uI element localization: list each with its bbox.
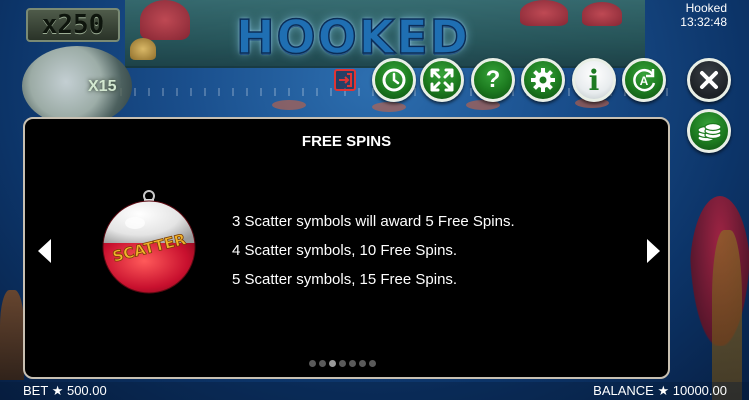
page-dot[interactable]	[339, 360, 346, 367]
panel-title: FREE SPINS	[301, 133, 392, 150]
game-title: Hooked	[685, 1, 727, 15]
gear-icon	[531, 68, 555, 92]
prev-page-arrow-icon[interactable]	[34, 237, 54, 265]
auto-refresh-icon: A	[633, 68, 656, 92]
coin-stack-icon	[697, 122, 722, 143]
page-indicator	[309, 360, 376, 367]
game-scene: HOOKED x250 X15 Hooked 13:32:48 ? i A FR…	[0, 0, 749, 400]
page-dot[interactable]	[359, 360, 366, 367]
question-mark-icon: ?	[485, 66, 501, 93]
clock-icon	[382, 68, 406, 92]
scatter-symbol-icon: SCATTER	[102, 190, 196, 294]
star-icon: ★	[657, 383, 670, 398]
coral-decoration	[582, 2, 622, 26]
star-icon: ★	[51, 383, 64, 398]
multiplier-display: x250	[26, 8, 120, 42]
bet-label: BET	[23, 383, 49, 398]
bet-value: 500.00	[66, 383, 107, 398]
settings-button[interactable]	[521, 58, 565, 102]
page-dot[interactable]	[309, 360, 316, 367]
balance-label: BALANCE	[593, 383, 654, 398]
rules-list: 3 Scatter symbols will award 5 Free Spin…	[232, 207, 652, 294]
sponge-decoration	[130, 38, 156, 60]
page-dot[interactable]	[329, 360, 336, 367]
page-dot[interactable]	[349, 360, 356, 367]
page-dot[interactable]	[369, 360, 376, 367]
autoplay-clock-button[interactable]	[372, 58, 416, 102]
close-icon	[700, 71, 718, 89]
clock-time: 13:32:48	[680, 15, 727, 29]
rule-line: 4 Scatter symbols, 10 Free Spins.	[232, 242, 458, 259]
bet-display: BET ★ 500.00	[23, 383, 107, 399]
fish-decoration	[372, 102, 406, 112]
fish-decoration	[272, 100, 306, 110]
close-button[interactable]	[687, 58, 731, 102]
seaweed-decoration	[712, 230, 742, 400]
exit-icon[interactable]	[334, 69, 356, 91]
seaweed-decoration	[0, 290, 24, 380]
gauge-multiplier-label: X15	[88, 78, 117, 95]
coral-decoration	[520, 0, 568, 26]
fullscreen-button[interactable]	[420, 58, 464, 102]
auto-spin-button[interactable]: A	[622, 58, 666, 102]
coral-decoration	[140, 0, 190, 40]
balance-display: BALANCE ★ 10000.00	[593, 383, 727, 399]
rule-line: 5 Scatter symbols, 15 Free Spins.	[232, 271, 458, 288]
help-button[interactable]: ?	[471, 58, 515, 102]
multiplier-value: x250	[41, 10, 105, 40]
info-button[interactable]: i	[572, 58, 616, 102]
balance-value: 10000.00	[672, 383, 727, 398]
page-dot[interactable]	[319, 360, 326, 367]
info-icon: i	[588, 63, 600, 97]
rule-line: 3 Scatter symbols will award 5 Free Spin…	[232, 213, 515, 230]
auto-spin-label: A	[640, 74, 649, 88]
coins-button[interactable]	[687, 109, 731, 153]
expand-arrows-icon	[430, 68, 454, 92]
paytable-panel: FREE SPINS SCATTER 3 Scatter symbols wil…	[23, 117, 670, 379]
